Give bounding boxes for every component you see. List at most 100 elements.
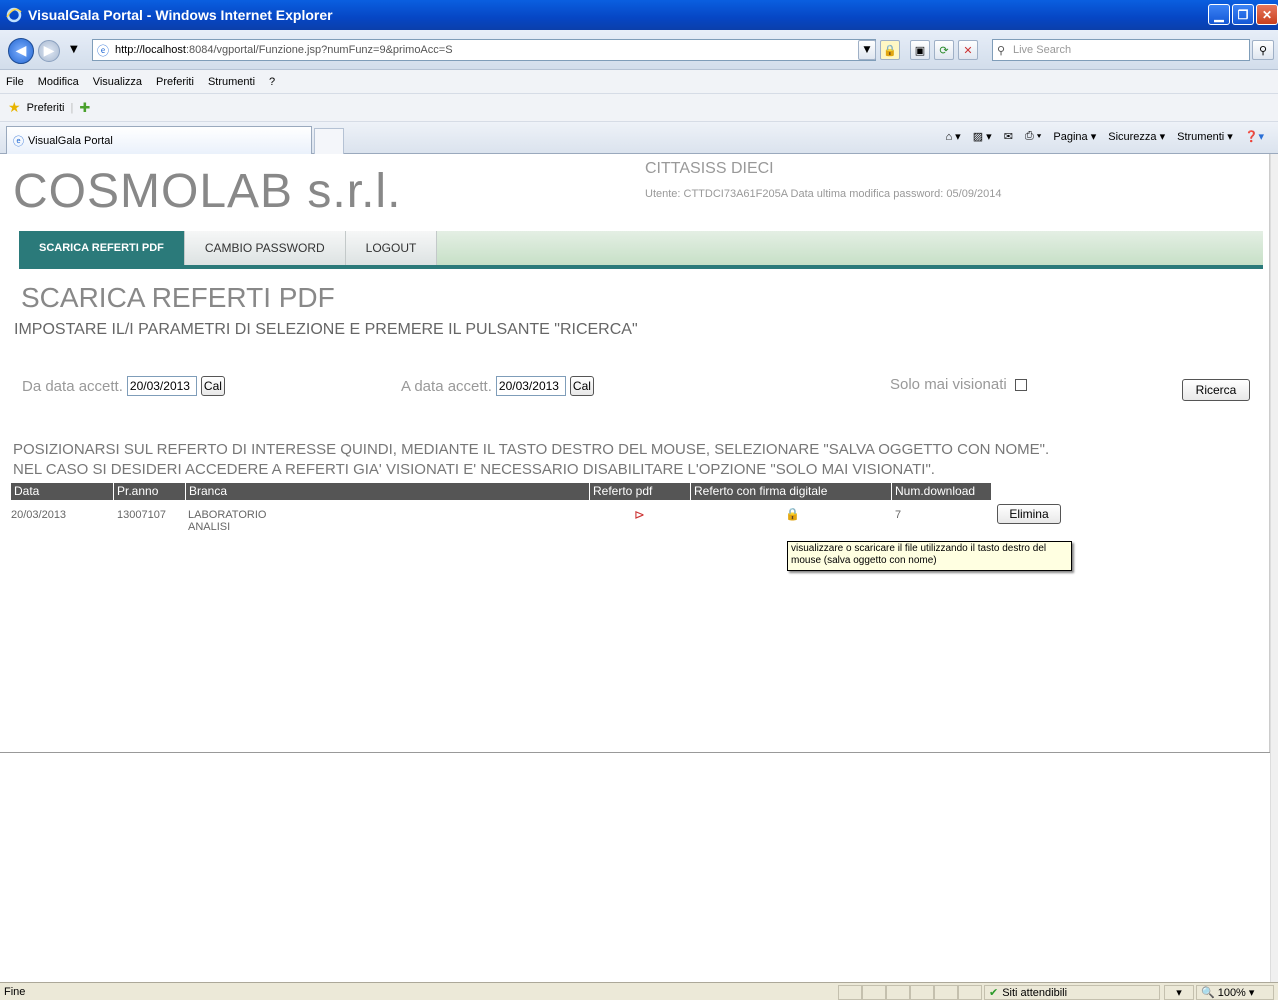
protected-mode-icon[interactable]: ▾	[1164, 985, 1194, 1000]
user-box: CITTASISS DIECI Utente: CTTDCI73A61F205A…	[645, 160, 1001, 200]
lock-icon[interactable]: 🔒	[880, 40, 900, 60]
tab-page-icon: ⓔ	[13, 135, 24, 148]
check-icon: ✔	[989, 987, 999, 999]
status-cell-2	[862, 985, 886, 1000]
search-placeholder: Live Search	[1013, 44, 1072, 56]
stop-icon[interactable]: ✕	[958, 40, 978, 60]
lower-frame	[0, 752, 1270, 982]
vertical-scrollbar[interactable]	[1270, 154, 1278, 982]
status-cell-1	[838, 985, 862, 1000]
search-button-icon[interactable]: ⚲	[1252, 40, 1274, 60]
refresh-icon[interactable]: ⟳	[934, 40, 954, 60]
cell-data: 20/03/2013	[11, 509, 67, 521]
favorites-star-icon: ★	[8, 99, 21, 115]
lock-icon[interactable]: 🔒	[785, 507, 800, 521]
nav-cambio-password[interactable]: CAMBIO PASSWORD	[185, 231, 346, 265]
feeds-icon[interactable]: ▨ ▾	[973, 130, 992, 143]
col-pr-anno: Pr.anno	[113, 483, 185, 500]
menu-preferiti[interactable]: Preferiti	[156, 76, 194, 88]
to-date-label: A data accett.	[401, 377, 492, 395]
filter-unseen: Solo mai visionati	[890, 376, 1027, 393]
favorites-bar: ★ Preferiti | ✚	[0, 94, 1278, 122]
nav-scarica-referti[interactable]: SCARICA REFERTI PDF	[19, 231, 185, 265]
status-bar: Fine ✔ Siti attendibili ▾ 🔍 100% ▾	[0, 982, 1278, 1000]
elimina-button[interactable]: Elimina	[997, 504, 1061, 524]
company-logo: COSMOLAB s.r.l.	[13, 165, 402, 218]
to-date-input[interactable]: 20/03/2013	[495, 376, 566, 396]
page-title: SCARICA REFERTI PDF	[21, 282, 335, 313]
tab-bar: ⓔ VisualGala Portal ⌂ ▾ ▨ ▾ ✉ ⎙ ▾ Pagina…	[0, 122, 1278, 154]
history-dropdown-icon[interactable]: ▼	[70, 44, 78, 55]
search-input[interactable]: ⚲ Live Search	[992, 39, 1250, 61]
status-cell-5	[934, 985, 958, 1000]
col-data: Data	[11, 483, 113, 500]
url-host: http://localhost	[115, 44, 186, 56]
minimize-button[interactable]: ▁	[1208, 4, 1230, 25]
maximize-button[interactable]: ❐	[1232, 4, 1254, 25]
status-cell-4	[910, 985, 934, 1000]
tab-title: VisualGala Portal	[28, 134, 113, 147]
tab-visualgala[interactable]: ⓔ VisualGala Portal	[6, 126, 312, 154]
compatibility-icon[interactable]: ▣	[910, 40, 930, 60]
forward-button[interactable]: ▶	[38, 40, 60, 62]
cell-pr-anno: 13007107	[117, 509, 166, 521]
browser-window: VisualGala Portal - Windows Internet Exp…	[0, 0, 1278, 1000]
to-cal-button[interactable]: Cal	[569, 376, 594, 396]
table-header: Data Pr.anno Branca Referto pdf Referto …	[11, 483, 991, 500]
nav-logout[interactable]: LOGOUT	[346, 231, 438, 265]
help-icon[interactable]: ❓▾	[1245, 130, 1264, 143]
security-zone[interactable]: ✔ Siti attendibili	[984, 985, 1160, 1000]
col-branca: Branca	[185, 483, 589, 500]
from-cal-button[interactable]: Cal	[200, 376, 225, 396]
forward-arrow-icon: ▶	[43, 43, 55, 59]
only-unseen-checkbox[interactable]	[1014, 378, 1027, 391]
menu-modifica[interactable]: Modifica	[38, 76, 79, 88]
menu-help[interactable]: ?	[269, 76, 275, 88]
search-button[interactable]: Ricerca	[1182, 379, 1250, 401]
back-arrow-icon: ◀	[15, 43, 27, 59]
menu-file[interactable]: File	[6, 76, 24, 88]
zoom-control[interactable]: 🔍 100% ▾	[1196, 985, 1274, 1000]
zone-label: Siti attendibili	[1002, 986, 1068, 999]
new-tab-button[interactable]	[314, 128, 344, 154]
tools-menu[interactable]: Strumenti ▾	[1177, 130, 1233, 143]
from-date-input[interactable]: 20/03/2013	[126, 376, 197, 396]
from-date-label: Da data accett.	[22, 377, 123, 395]
only-unseen-label: Solo mai visionati	[890, 376, 1007, 393]
status-cell-6	[958, 985, 982, 1000]
print-icon[interactable]: ⎙ ▾	[1025, 130, 1041, 143]
filter-from: Da data accett. 20/03/2013 Cal	[22, 376, 225, 396]
page-content: COSMOLAB s.r.l. CITTASISS DIECI Utente: …	[0, 154, 1270, 752]
main-nav: SCARICA REFERTI PDF CAMBIO PASSWORD LOGO…	[19, 231, 1263, 269]
page-subtitle: IMPOSTARE IL/I PARAMETRI DI SELEZIONE E …	[14, 321, 638, 338]
cell-branca: LABORATORIO ANALISI	[188, 509, 267, 533]
favorites-divider: |	[70, 101, 74, 114]
address-toolbar: ◀ ▶ ▼ ⓔ http://localhost:8084/vgportal/F…	[0, 30, 1278, 70]
security-menu[interactable]: Sicurezza ▾	[1108, 130, 1165, 143]
favorites-button[interactable]: Preferiti	[27, 102, 65, 114]
zoom-icon: 🔍	[1201, 987, 1215, 999]
status-text: Fine	[4, 985, 26, 998]
search-logo-icon: ⚲	[997, 44, 1006, 57]
window-controls: ▁ ❐ ✕	[1208, 4, 1278, 25]
mail-icon[interactable]: ✉	[1004, 130, 1013, 143]
zoom-level: 100%	[1217, 986, 1246, 999]
back-button[interactable]: ◀	[8, 38, 34, 64]
page-menu[interactable]: Pagina ▾	[1053, 130, 1096, 143]
pdf-icon[interactable]: ⊳	[634, 507, 645, 523]
menu-strumenti[interactable]: Strumenti	[208, 76, 255, 88]
user-info: Utente: CTTDCI73A61F205A Data ultima mod…	[645, 188, 1002, 200]
command-bar: ⌂ ▾ ▨ ▾ ✉ ⎙ ▾ Pagina ▾ Sicurezza ▾ Strum…	[945, 130, 1264, 143]
nav-filler	[437, 231, 1263, 265]
home-icon[interactable]: ⌂ ▾	[945, 130, 960, 143]
menu-bar: File Modifica Visualizza Preferiti Strum…	[0, 70, 1278, 94]
add-favorite-icon[interactable]: ✚	[79, 100, 90, 116]
url-dropdown-icon[interactable]: ▼	[858, 40, 876, 60]
tooltip: visualizzare o scaricare il file utilizz…	[787, 541, 1072, 571]
window-title: VisualGala Portal - Windows Internet Exp…	[28, 7, 333, 23]
close-button[interactable]: ✕	[1256, 4, 1278, 25]
url-field[interactable]: ⓔ http://localhost:8084/vgportal/Funzion…	[92, 39, 876, 61]
status-cell-3	[886, 985, 910, 1000]
col-num-download: Num.download	[891, 483, 991, 500]
menu-visualizza[interactable]: Visualizza	[93, 76, 142, 88]
